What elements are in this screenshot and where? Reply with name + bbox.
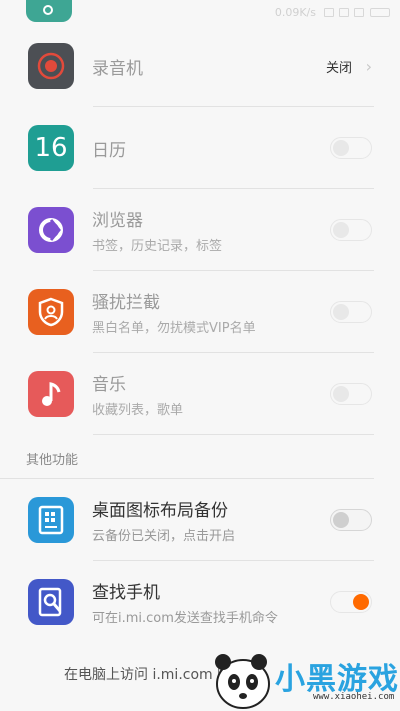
section-header-other: 其他功能 bbox=[0, 435, 374, 479]
status-bar: 0.09K/s bbox=[0, 0, 400, 24]
music-toggle[interactable] bbox=[330, 383, 372, 405]
music-icon bbox=[28, 371, 74, 417]
sync-list: 录音机 关闭 › 16 日历 浏览器 书签，历史记录，标签 骚扰拦截 黑白名单，… bbox=[0, 25, 400, 643]
recorder-status: 关闭 bbox=[325, 60, 352, 76]
watermark: 小黑游戏 www.xiaohei.com bbox=[205, 646, 400, 711]
watermark-url: www.xiaohei.com bbox=[313, 692, 395, 702]
record-icon bbox=[28, 43, 74, 89]
browser-toggle[interactable] bbox=[330, 219, 372, 241]
list-item-desktop-backup[interactable]: 桌面图标布局备份 云备份已关闭，点击开启 bbox=[0, 479, 400, 561]
signal-icons bbox=[324, 7, 364, 17]
browser-icon bbox=[28, 207, 74, 253]
network-speed: 0.09K/s bbox=[274, 5, 316, 19]
battery-icon bbox=[370, 7, 390, 17]
calendar-toggle[interactable] bbox=[330, 137, 372, 159]
shield-user-icon bbox=[28, 289, 74, 335]
chevron-right-icon: › bbox=[365, 56, 372, 76]
find-phone-icon bbox=[28, 579, 74, 625]
find-phone-toggle[interactable] bbox=[330, 591, 372, 613]
list-item-music[interactable]: 音乐 收藏列表，歌单 bbox=[0, 353, 400, 435]
calendar-icon: 16 bbox=[28, 125, 74, 171]
list-item-calendar[interactable]: 16 日历 bbox=[0, 107, 400, 189]
desktop-backup-toggle[interactable] bbox=[330, 509, 372, 531]
list-item-harass[interactable]: 骚扰拦截 黑白名单，勿扰模式VIP名单 bbox=[0, 271, 400, 353]
desktop-layout-icon bbox=[28, 497, 74, 543]
item-title: 录音机 bbox=[92, 58, 143, 79]
panda-logo-icon bbox=[215, 654, 270, 709]
list-item-recorder[interactable]: 录音机 关闭 › bbox=[0, 25, 400, 107]
harass-toggle[interactable] bbox=[330, 301, 372, 323]
list-item-browser[interactable]: 浏览器 书签，历史记录，标签 bbox=[0, 189, 400, 271]
list-item-find-phone[interactable]: 查找手机 可在i.mi.com发送查找手机命令 bbox=[0, 561, 400, 643]
